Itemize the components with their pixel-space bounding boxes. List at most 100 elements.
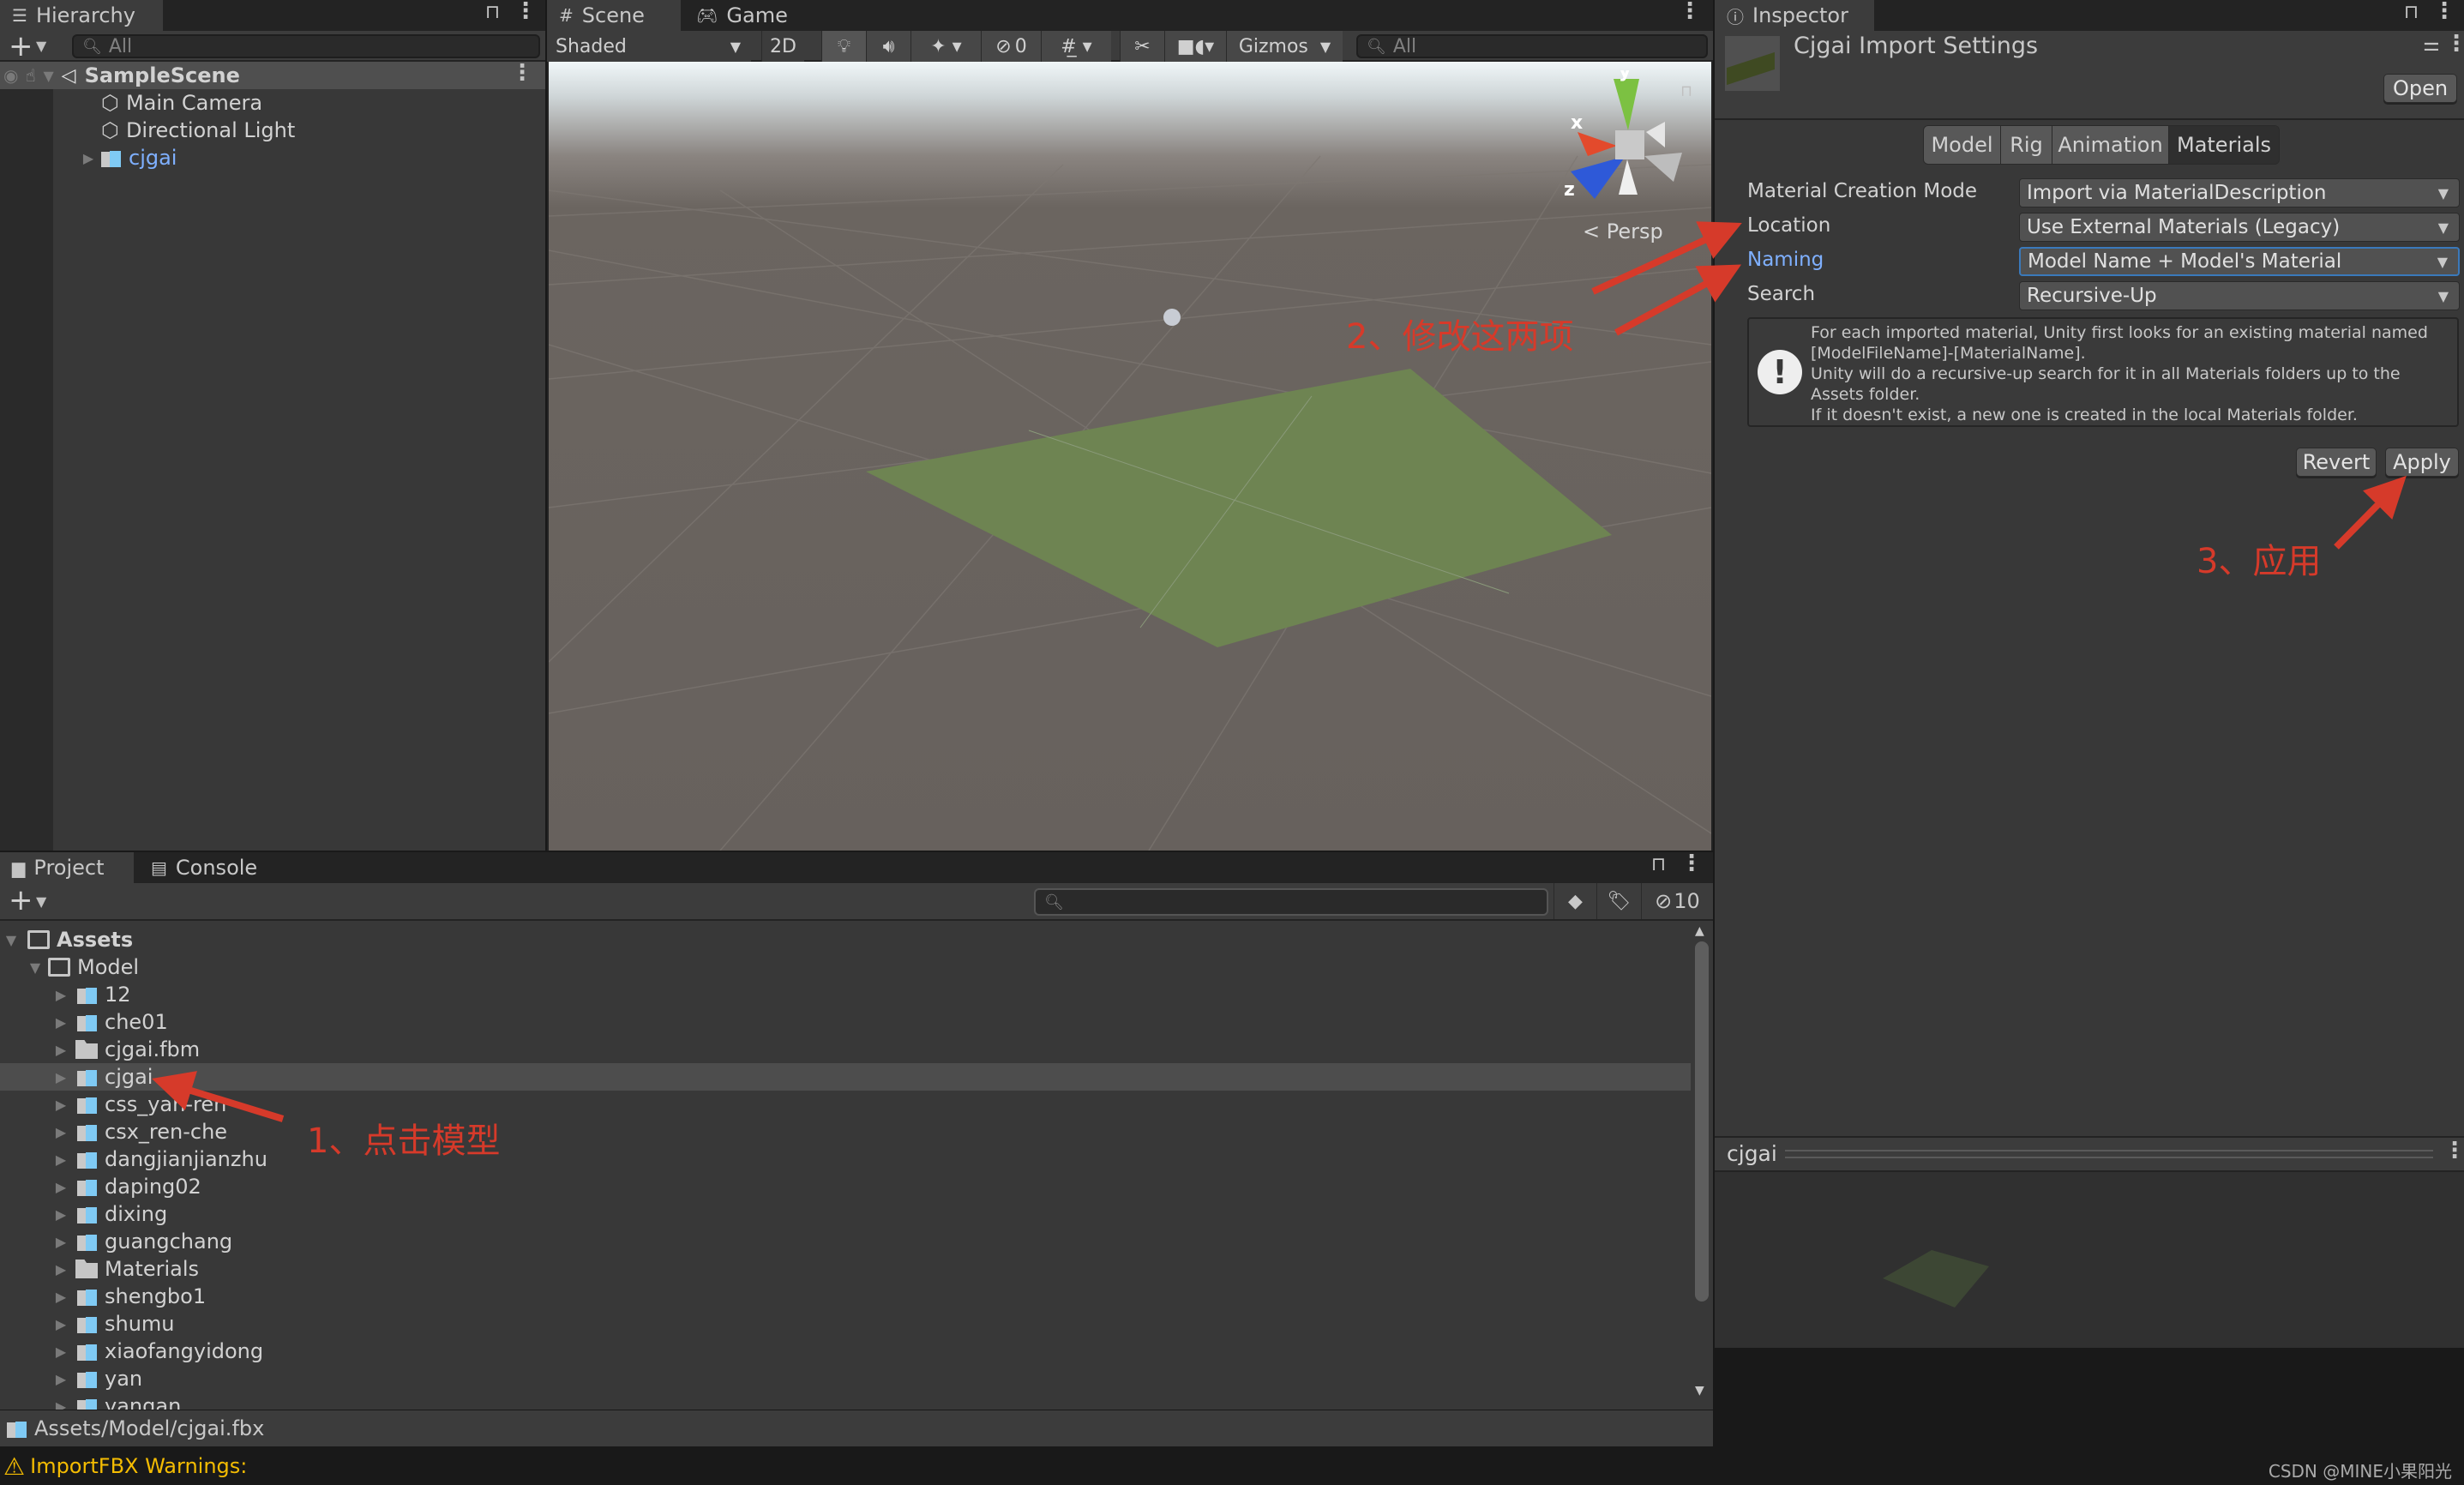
- chevron-down-icon[interactable]: ▼: [36, 893, 46, 910]
- add-icon[interactable]: +: [9, 883, 33, 917]
- tree-item[interactable]: ▶ cjgai.fbm: [0, 1036, 1691, 1063]
- lock-icon[interactable]: ⊓: [2404, 2, 2419, 23]
- projection-toggle[interactable]: < Persp: [1583, 219, 1663, 243]
- tree-item[interactable]: ▶ dixing: [0, 1200, 1691, 1228]
- visibility-eye-icon[interactable]: ◉: [3, 65, 18, 86]
- scroll-down-arrow-icon[interactable]: ▼: [1695, 1384, 1704, 1398]
- location-dropdown[interactable]: Use External Materials (Legacy) ▼: [2019, 213, 2460, 242]
- tree-item[interactable]: ▶ csx_ren-che: [0, 1118, 1691, 1145]
- tree-item[interactable]: ▶ 12: [0, 981, 1691, 1008]
- expand-arrow-icon[interactable]: ▶: [53, 1069, 69, 1085]
- expand-arrow-icon[interactable]: ▶: [53, 1097, 69, 1113]
- lock-icon[interactable]: ⊓: [1651, 854, 1666, 875]
- tree-item[interactable]: ▶ shumu: [0, 1310, 1691, 1338]
- scene-more-icon[interactable]: ⋮: [511, 60, 533, 86]
- gizmo-center-cube[interactable]: [1615, 130, 1644, 159]
- hidden-objects-button[interactable]: ⊘ 0: [981, 31, 1041, 62]
- expand-arrow-icon[interactable]: ▶: [53, 1261, 69, 1278]
- more-options-icon[interactable]: ⋮: [1679, 0, 1701, 24]
- expand-arrow-icon[interactable]: ▶: [53, 1398, 69, 1410]
- tree-item[interactable]: ▶ yangan: [0, 1392, 1691, 1410]
- expand-arrow-icon[interactable]: ▶: [53, 1234, 69, 1250]
- scrollbar-thumb[interactable]: [1695, 941, 1709, 1302]
- tab-project[interactable]: ▆ Project: [0, 852, 134, 883]
- model-preview[interactable]: [1715, 1172, 2464, 1348]
- apply-button[interactable]: Apply: [2385, 448, 2459, 477]
- project-scrollbar[interactable]: ▲ ▼: [1691, 921, 1713, 1410]
- tree-item[interactable]: ▶ shengbo1: [0, 1283, 1691, 1310]
- filter-by-label-button[interactable]: 🏷︎: [1596, 883, 1641, 919]
- gizmo-lock-icon[interactable]: ⊓: [1680, 82, 1692, 100]
- material-creation-mode-dropdown[interactable]: Import via MaterialDescription ▼: [2019, 178, 2460, 207]
- preview-drag-handle[interactable]: [1785, 1150, 2433, 1158]
- preset-icon[interactable]: ⚌: [2423, 34, 2440, 56]
- gizmo-x-cone[interactable]: [1578, 132, 1617, 156]
- tab-materials[interactable]: Materials: [2169, 126, 2279, 164]
- gizmo-y-cone[interactable]: [1614, 79, 1639, 130]
- status-bar[interactable]: ⚠ ImportFBX Warnings: CSDN @MINE小果阳光: [0, 1447, 2464, 1485]
- grid-toggle-button[interactable]: #̲ ▾: [1041, 31, 1111, 62]
- expand-arrow-icon[interactable]: ▶: [53, 1124, 69, 1140]
- scroll-up-arrow-icon[interactable]: ▲: [1695, 924, 1704, 938]
- chevron-down-icon[interactable]: ▼: [36, 38, 46, 54]
- gizmo-neg-y-cone[interactable]: [1619, 159, 1638, 195]
- naming-dropdown[interactable]: Model Name + Model's Material ▼: [2019, 247, 2460, 276]
- expand-arrow-icon[interactable]: ▶: [53, 1179, 69, 1195]
- add-icon[interactable]: +: [9, 29, 33, 63]
- audio-toggle-button[interactable]: 🔊︎: [866, 31, 910, 62]
- tree-item[interactable]: ▶ che01: [0, 1008, 1691, 1036]
- expand-arrow-icon[interactable]: ▼: [27, 959, 43, 976]
- expand-arrow-icon[interactable]: ▼: [3, 932, 19, 948]
- more-options-icon[interactable]: ⋮: [2433, 0, 2455, 24]
- camera-button[interactable]: ■◖▾: [1164, 31, 1226, 62]
- header-more-icon[interactable]: ⋮: [2445, 31, 2464, 57]
- scene-row[interactable]: ◉ ☝ ▼ ◁ SampleScene ⋮: [0, 60, 545, 89]
- expand-arrow-icon[interactable]: ▶: [53, 1014, 69, 1031]
- preview-header[interactable]: cjgai ⋮: [1715, 1136, 2464, 1172]
- hierarchy-item-cjgai[interactable]: ▶ cjgai: [0, 144, 545, 171]
- hidden-packages-button[interactable]: ⊘ 10: [1641, 883, 1713, 919]
- tree-item[interactable]: ▶ dangjianjianzhu: [0, 1145, 1691, 1173]
- search-dropdown[interactable]: Recursive-Up ▼: [2019, 281, 2460, 310]
- orientation-gizmo[interactable]: x z y: [1545, 70, 1682, 199]
- tree-item-model[interactable]: ▼ Model: [0, 953, 1691, 981]
- expand-arrow-icon[interactable]: ▶: [81, 150, 96, 166]
- effects-toggle-button[interactable]: ✦ ▾: [910, 31, 981, 62]
- open-button[interactable]: Open: [2383, 74, 2457, 103]
- gizmo-neg-z-cone[interactable]: [1644, 153, 1682, 182]
- more-options-icon[interactable]: ⋮: [1680, 851, 1703, 876]
- scene-viewport[interactable]: x z y ⊓ < Persp: [549, 62, 1711, 851]
- tab-hierarchy[interactable]: ☰ Hierarchy: [0, 0, 163, 31]
- hierarchy-search-input[interactable]: 🔍︎ All: [72, 34, 540, 58]
- tree-item[interactable]: ▶ Materials: [0, 1255, 1691, 1283]
- tree-item-assets[interactable]: ▼ Assets: [0, 926, 1691, 953]
- tree-item[interactable]: ▶ guangchang: [0, 1228, 1691, 1255]
- tree-item[interactable]: ▶ css_yan-ren: [0, 1091, 1691, 1118]
- tree-item[interactable]: ▶ yan: [0, 1365, 1691, 1392]
- expand-arrow-icon[interactable]: ▶: [53, 1371, 69, 1387]
- shading-mode-dropdown[interactable]: Shaded ▼: [547, 31, 751, 62]
- tree-item[interactable]: ▶ xiaofangyidong: [0, 1338, 1691, 1365]
- expand-arrow-icon[interactable]: ▼: [41, 68, 57, 84]
- expand-arrow-icon[interactable]: ▶: [53, 987, 69, 1003]
- toggle-2d-button[interactable]: 2D: [761, 31, 804, 62]
- tab-model[interactable]: Model: [1924, 126, 2001, 164]
- tree-item[interactable]: ▶ daping02: [0, 1173, 1691, 1200]
- expand-arrow-icon[interactable]: ▶: [53, 1316, 69, 1332]
- gizmos-dropdown[interactable]: Gizmos ▼: [1226, 31, 1343, 62]
- lock-icon[interactable]: ⊓: [485, 2, 500, 23]
- scene-search-input[interactable]: 🔍︎ All: [1356, 34, 1708, 58]
- tab-scene[interactable]: # Scene: [547, 0, 681, 31]
- hierarchy-item-directional-light[interactable]: ⬡ Directional Light: [0, 117, 545, 144]
- expand-arrow-icon[interactable]: ▶: [53, 1289, 69, 1305]
- tab-rig[interactable]: Rig: [2001, 126, 2052, 164]
- expand-arrow-icon[interactable]: ▶: [53, 1206, 69, 1223]
- more-options-icon[interactable]: ⋮: [514, 0, 537, 24]
- revert-button[interactable]: Revert: [2296, 448, 2377, 477]
- filter-by-type-button[interactable]: ◆: [1554, 883, 1596, 919]
- expand-arrow-icon[interactable]: ▶: [53, 1042, 69, 1058]
- tools-button[interactable]: ✂: [1120, 31, 1164, 62]
- pickable-hand-icon[interactable]: ☝: [25, 65, 35, 86]
- gizmo-neg-x-cone[interactable]: [1646, 122, 1665, 147]
- expand-arrow-icon[interactable]: ▶: [53, 1344, 69, 1360]
